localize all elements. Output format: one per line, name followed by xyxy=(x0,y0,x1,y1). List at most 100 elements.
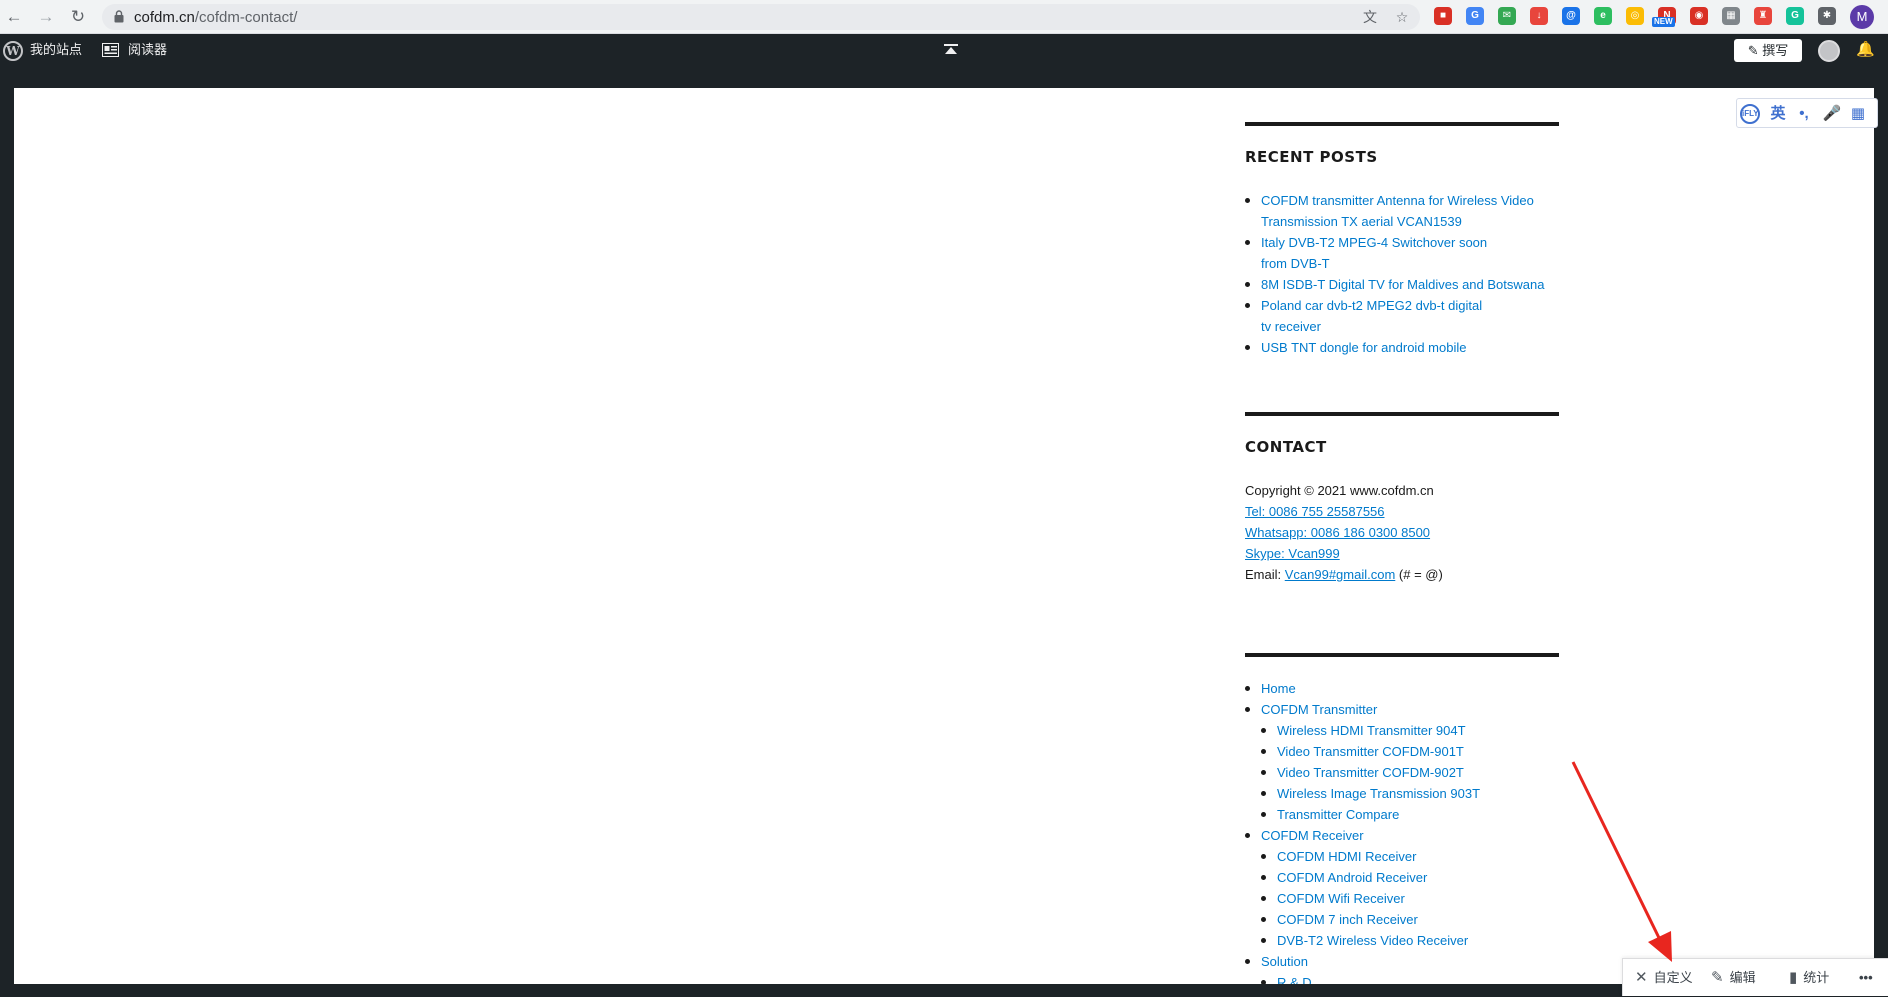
iflytek-logo-icon[interactable]: iFLY xyxy=(1740,104,1760,124)
widget-rule xyxy=(1245,122,1559,126)
edit-button[interactable]: ✎ 编辑 xyxy=(1711,959,1756,997)
recent-post-link[interactable]: 8M ISDB-T Digital TV for Maldives and Bo… xyxy=(1245,274,1559,295)
menu-item-rd[interactable]: R & D xyxy=(1261,972,1559,984)
submenu-item[interactable]: DVB-T2 Wireless Video Receiver xyxy=(1261,930,1559,951)
tel-link[interactable]: Tel: 0086 755 25587556 xyxy=(1245,504,1385,519)
browser-toolbar: ← → ↻ cofdm.cn/cofdm-contact/ 文 ☆ ■ G ✉ ↓ @ e… xyxy=(0,0,1888,34)
transmitter-submenu: Wireless HDMI Transmitter 904T Video Tran… xyxy=(1261,720,1559,825)
whatsapp-link[interactable]: Whatsapp: 0086 186 0300 8500 xyxy=(1245,525,1430,540)
menu-item-home[interactable]: Home xyxy=(1245,678,1559,699)
wp-user-avatar[interactable] xyxy=(1818,40,1840,62)
address-bar[interactable]: cofdm.cn/cofdm-contact/ 文 ☆ xyxy=(102,4,1420,30)
punctuation-icon[interactable]: •, xyxy=(1793,103,1815,125)
solution-submenu: R & D xyxy=(1261,972,1559,984)
download-ext-icon[interactable]: ↓ xyxy=(1530,7,1548,25)
recent-post-link[interactable]: Italy DVB-T2 MPEG-4 Switchover soon from… xyxy=(1245,232,1495,274)
reader-icon[interactable] xyxy=(102,43,119,57)
tools-icon: ✕ xyxy=(1635,969,1648,986)
microphone-icon[interactable]: 🎤 xyxy=(1821,103,1843,125)
more-button[interactable]: ••• xyxy=(1859,959,1873,997)
collapse-up-icon[interactable] xyxy=(944,44,958,56)
my-site-link[interactable]: 我的站点 xyxy=(30,34,82,66)
puzzle-icon[interactable]: ✱ xyxy=(1818,7,1836,25)
write-button[interactable]: ✎ 撰写 xyxy=(1734,39,1802,62)
url-host: cofdm.cn xyxy=(134,9,195,26)
menu-widget: Home COFDM Transmitter Wireless HDMI Tra… xyxy=(1245,653,1559,984)
contact-body: Copyright © 2021 www.cofdm.cn Tel: 0086 … xyxy=(1245,480,1559,585)
profile-avatar[interactable]: M xyxy=(1850,5,1874,29)
edit-label: 编辑 xyxy=(1729,970,1756,985)
submenu-item[interactable]: Video Transmitter COFDM-901T xyxy=(1261,741,1559,762)
url-path: /cofdm-contact/ xyxy=(194,9,298,26)
recent-post-link[interactable]: USB TNT dongle for android mobile xyxy=(1245,337,1559,358)
back-arrow-icon[interactable]: ← xyxy=(2,5,26,29)
menu-label: R & D xyxy=(1277,975,1312,984)
evernote-icon[interactable]: e xyxy=(1594,7,1612,25)
email-label: Email: xyxy=(1245,567,1285,582)
admin-action-bar: ✕ 自定义 ✎ 编辑 ▮ 统计 ••• xyxy=(1622,958,1888,996)
stats-label: 统计 xyxy=(1803,970,1830,985)
forward-arrow-icon[interactable]: → xyxy=(34,5,58,29)
recent-posts-widget: RECENT POSTS COFDM transmitter Antenna f… xyxy=(1245,122,1559,358)
google-translate-icon[interactable]: G xyxy=(1466,7,1484,25)
url-text[interactable]: cofdm.cn/cofdm-contact/ xyxy=(134,9,297,26)
notifications-bell-icon[interactable]: 🔔 xyxy=(1856,41,1875,59)
submenu-item[interactable]: Wireless Image Transmission 903T xyxy=(1261,783,1559,804)
feather-icon: ✎ xyxy=(1747,43,1763,58)
email-note: (# = @) xyxy=(1395,567,1443,582)
apps-grid-icon[interactable]: ▦ xyxy=(1847,103,1869,125)
menu-item-receiver[interactable]: COFDM Receiver COFDM HDMI Receiver COFDM … xyxy=(1245,825,1559,951)
new-badge-ext-icon[interactable]: N NEW xyxy=(1652,7,1676,27)
recent-post-link[interactable]: COFDM transmitter Antenna for Wireless V… xyxy=(1245,190,1559,232)
recent-posts-list: COFDM transmitter Antenna for Wireless V… xyxy=(1245,190,1559,358)
grid-ext-icon[interactable]: ▦ xyxy=(1722,7,1740,25)
grammarly-icon[interactable]: G xyxy=(1786,7,1804,25)
menu-item-solution[interactable]: Solution R & D xyxy=(1245,951,1559,984)
bookmark-star-icon[interactable]: ☆ xyxy=(1392,7,1412,27)
recent-posts-title: RECENT POSTS xyxy=(1245,148,1378,166)
menu-item-transmitter[interactable]: COFDM Transmitter Wireless HDMI Transmit… xyxy=(1245,699,1559,825)
copyright-text: Copyright © 2021 www.cofdm.cn xyxy=(1245,483,1434,498)
customize-label: 自定义 xyxy=(1653,970,1693,985)
skype-link[interactable]: Skype: Vcan999 xyxy=(1245,546,1340,561)
lock-icon xyxy=(114,10,124,23)
reader-link[interactable]: 阅读器 xyxy=(128,34,167,66)
pencil-icon: ✎ xyxy=(1711,969,1724,986)
write-label: 撰写 xyxy=(1762,43,1789,58)
at-ext-icon[interactable]: @ xyxy=(1562,7,1580,25)
wp-admin-bar: W 我的站点 阅读器 ✎ 撰写 🔔 xyxy=(0,34,1888,66)
submenu-item[interactable]: COFDM HDMI Receiver xyxy=(1261,846,1559,867)
menu-label: Solution xyxy=(1261,954,1308,969)
iflytek-toolbar: iFLY 英 •, 🎤 ▦ xyxy=(1736,98,1878,128)
english-input-toggle[interactable]: 英 xyxy=(1767,103,1789,125)
receiver-submenu: COFDM HDMI Receiver COFDM Android Receive… xyxy=(1261,846,1559,951)
submenu-item[interactable]: Video Transmitter COFDM-902T xyxy=(1261,762,1559,783)
recent-post-link[interactable]: Poland car dvb-t2 MPEG2 dvb-t digital tv… xyxy=(1245,295,1495,337)
submenu-item[interactable]: Wireless HDMI Transmitter 904T xyxy=(1261,720,1559,741)
menu-label: COFDM Transmitter xyxy=(1261,702,1378,717)
page-content: RECENT POSTS COFDM transmitter Antenna f… xyxy=(14,88,1874,984)
bag-ext-icon[interactable]: ♜ xyxy=(1754,7,1772,25)
translate-page-icon[interactable]: 文 xyxy=(1360,7,1380,27)
menu-label: Home xyxy=(1261,681,1296,696)
email-link[interactable]: Vcan99#gmail.com xyxy=(1285,567,1396,582)
chrome-ext-icon[interactable]: ◎ xyxy=(1626,7,1644,25)
submenu-item[interactable]: COFDM Wifi Receiver xyxy=(1261,888,1559,909)
submenu-item[interactable]: COFDM Android Receiver xyxy=(1261,867,1559,888)
wordpress-logo-icon[interactable]: W xyxy=(3,41,23,61)
reload-icon[interactable]: ↻ xyxy=(66,5,90,29)
stats-button[interactable]: ▮ 统计 xyxy=(1789,959,1829,997)
contact-title: CONTACT xyxy=(1245,438,1327,456)
contact-widget: CONTACT Copyright © 2021 www.cofdm.cn Te… xyxy=(1245,412,1559,585)
bar-chart-icon: ▮ xyxy=(1789,969,1798,986)
submenu-item[interactable]: Transmitter Compare xyxy=(1261,804,1559,825)
target-ext-icon[interactable]: ◉ xyxy=(1690,7,1708,25)
submenu-item[interactable]: COFDM 7 inch Receiver xyxy=(1261,909,1559,930)
ext-red-icon[interactable]: ■ xyxy=(1434,7,1452,25)
mail-ext-icon[interactable]: ✉ xyxy=(1498,7,1516,25)
new-badge: NEW xyxy=(1652,17,1675,27)
site-menu: Home COFDM Transmitter Wireless HDMI Tra… xyxy=(1245,678,1559,984)
menu-label: COFDM Receiver xyxy=(1261,828,1364,843)
widget-rule xyxy=(1245,412,1559,416)
customize-button[interactable]: ✕ 自定义 xyxy=(1635,959,1693,997)
